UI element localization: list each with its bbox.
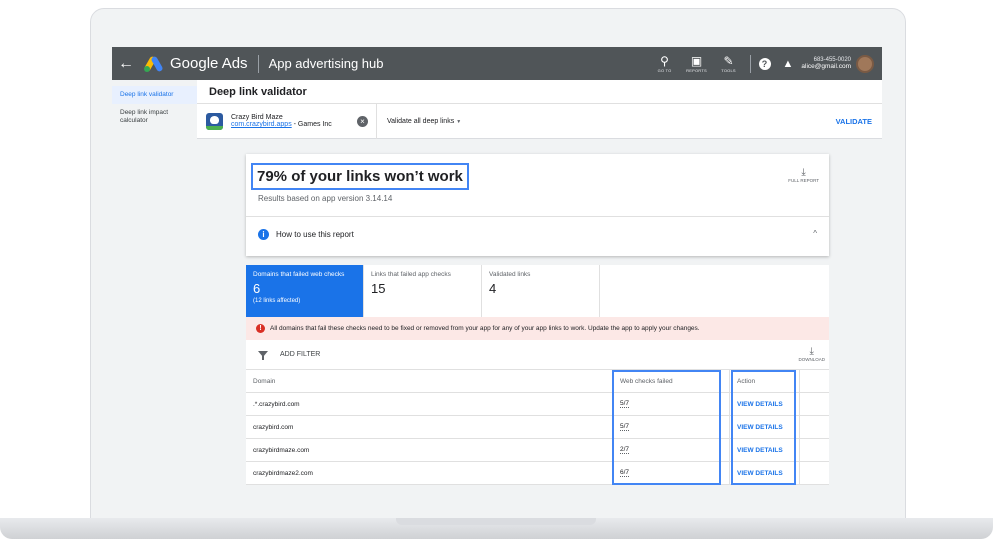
row-spacer [799,392,829,416]
results-basis: Results based on app version 3.14.14 [258,194,393,203]
account-info[interactable]: 683-455-0020 alice@gmail.com [801,57,851,70]
goto-label: GO TO [657,67,672,73]
sidebar-item-deep-link-validator[interactable]: Deep link validator [112,86,197,104]
chevron-up-icon[interactable]: ^ [813,229,817,238]
stats-tabs: Domains that failed web checks 6 (12 lin… [246,265,829,317]
sidebar-item-deep-link-impact-calculator[interactable]: Deep link impact calculator [112,104,197,130]
stat-domains-failed-web-checks[interactable]: Domains that failed web checks 6 (12 lin… [246,265,364,317]
google-ads-logo-icon [143,55,164,72]
notifications-bell-icon[interactable]: ▲ [783,58,794,70]
filter-icon[interactable] [258,350,268,360]
reports-button[interactable]: ▣ REPORTS [684,53,710,73]
row-spacer [799,438,829,462]
download-icon: ⤓ [801,167,806,178]
highlight-action-column [731,370,796,485]
app-row-divider [376,103,377,139]
stat-value: 15 [371,281,386,296]
remove-app-icon[interactable]: × [357,115,368,127]
top-bar: ← Google Ads App advertising hub ⚲ GO TO… [112,47,882,80]
tools-button[interactable]: ✎ TOOLS [716,53,742,73]
help-icon[interactable]: ? [758,57,771,70]
download-button[interactable]: ⤓ DOWNLOAD [798,346,825,363]
stat-validated-links[interactable]: Validated links 4 [482,265,600,317]
summary-card: 79% of your links won’t work Results bas… [246,154,829,256]
header-spacer [799,369,829,393]
wrench-icon: ✎ [723,53,734,68]
download-label: DOWNLOAD [798,357,825,362]
how-to-use-label: How to use this report [276,230,354,239]
app-icon [206,112,223,130]
stat-label: Domains that failed web checks [253,271,345,278]
row-spacer [799,415,829,439]
laptop-notch [396,518,596,525]
validate-button[interactable]: VALIDATE [836,117,872,126]
add-filter-button[interactable]: ADD FILTER [280,351,320,358]
chevron-down-icon: ▼ [456,118,462,125]
page-title: Deep link validator [197,80,882,104]
stat-value: 6 [253,281,261,296]
search-icon: ⚲ [660,53,669,68]
highlight-web-checks-column [612,370,721,485]
reports-label: REPORTS [686,67,707,73]
stat-value: 4 [489,281,497,296]
app-name: Crazy Bird Maze [231,114,283,121]
top-right-tools: ⚲ GO TO ▣ REPORTS ✎ TOOLS ? ▲ 683-455-00… [646,47,882,80]
account-email: alice@gmail.com [801,63,851,70]
stat-label: Validated links [489,271,531,278]
brand-name: Google Ads [170,55,248,72]
report-headline: 79% of your links won’t work [251,163,469,190]
app-screen: ← Google Ads App advertising hub ⚲ GO TO… [112,47,882,485]
stat-sub: (12 links affected) [253,298,301,304]
report-panel: 79% of your links won’t work Results bas… [246,154,829,485]
stat-links-failed-app-checks[interactable]: Links that failed app checks 15 [364,265,482,317]
validate-scope-value: Validate all deep links [387,117,455,125]
info-icon: i [258,229,269,240]
sidebar: Deep link validator Deep link impact cal… [112,80,197,485]
brand-divider [257,54,259,73]
error-alert: ! All domains that fail these checks nee… [246,317,829,340]
download-icon: ⤓ [809,346,814,357]
error-icon: ! [256,324,265,333]
app-selector-row: Crazy Bird Maze com.crazybird.apps - Gam… [197,103,882,139]
back-arrow-icon[interactable]: ← [112,55,140,73]
domain-cell: crazybird.com [253,423,294,431]
card-divider [246,216,829,217]
app-package-link[interactable]: com.crazybird.apps [231,121,292,128]
goto-button[interactable]: ⚲ GO TO [652,53,678,73]
app-publisher: - Games Inc [291,121,332,128]
app-package-line: com.crazybird.apps - Games Inc [231,121,351,128]
domain-cell: crazybirdmaze.com [253,446,310,454]
domain-cell: crazybirdmaze2.com [253,469,313,477]
domain-cell: .*.crazybird.com [253,400,300,408]
laptop-base [0,518,993,539]
filter-bar: ADD FILTER ⤓ DOWNLOAD [246,340,829,370]
toolbar-divider [749,54,751,73]
row-spacer [799,461,829,485]
hub-title: App advertising hub [268,56,384,71]
stat-label: Links that failed app checks [371,271,451,278]
app-info: Crazy Bird Maze com.crazybird.apps - Gam… [231,114,351,128]
full-report-label: FULL REPORT [788,178,819,183]
tools-label: TOOLS [721,67,736,73]
avatar[interactable] [856,54,874,73]
reports-icon: ▣ [690,53,703,68]
full-report-button[interactable]: ⤓ FULL REPORT [788,167,819,184]
validate-scope-dropdown[interactable]: Validate all deep links ▼ [387,118,461,125]
alert-text: All domains that fail these checks need … [270,325,700,332]
how-to-use-toggle[interactable]: i How to use this report [258,229,354,240]
header-domain[interactable]: Domain [246,378,612,385]
